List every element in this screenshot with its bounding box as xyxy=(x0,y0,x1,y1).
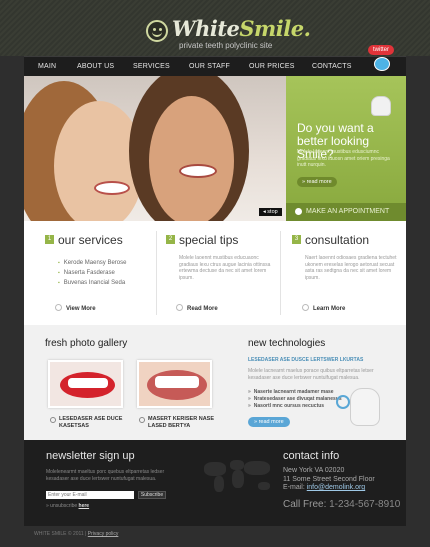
main-nav: MAIN ABOUT US SERVICES OUR STAFF OUR PRI… xyxy=(24,56,406,76)
list-item[interactable]: Nasortl mnc oursus necuctus xyxy=(248,403,342,410)
column-title: special tips xyxy=(179,233,239,247)
list-item[interactable]: Naserta Fasderase xyxy=(58,268,126,278)
nav-item-our-staff[interactable]: OUR STAFF xyxy=(189,63,230,70)
arrow-circle-icon xyxy=(50,417,56,423)
column-title: our services xyxy=(58,233,123,247)
hero-read-more-button[interactable]: » read more xyxy=(297,177,337,187)
arrow-circle-icon xyxy=(176,304,183,311)
copyright: WHITE SMILE © 2011 | Privacy policy xyxy=(34,531,119,537)
gallery-photo-1[interactable] xyxy=(48,360,123,408)
features-row: 1 our services Kerode Maensy Berose Nase… xyxy=(24,221,406,325)
view-more-link[interactable]: View More xyxy=(55,304,96,312)
arrow-circle-icon xyxy=(139,417,145,423)
nav-item-main[interactable]: MAIN xyxy=(38,63,56,70)
hero-panel: Do you want a better looking Smile? Mole… xyxy=(286,76,406,221)
nav-item-contacts[interactable]: CONTACTS xyxy=(312,63,352,70)
tech-text: Molele lacnearnt maelus porace quibus el… xyxy=(248,368,374,381)
unsubscribe-link[interactable]: here xyxy=(79,503,90,509)
email-input[interactable] xyxy=(46,491,134,499)
arrow-circle-icon xyxy=(302,304,309,311)
divider xyxy=(280,231,281,315)
tech-read-more-button[interactable]: » read more xyxy=(248,417,290,427)
subscribe-button[interactable]: Subscribe xyxy=(138,491,166,499)
tech-list: Naserte lacnearnt madamer mase Nrateseda… xyxy=(248,389,342,410)
tech-subtitle: LESEDASER ASE DUSCE LERTSWER LKURTAS xyxy=(248,357,364,363)
column-number: 3 xyxy=(292,235,301,244)
magnifier-icon xyxy=(336,395,350,409)
gallery-title: fresh photo gallery xyxy=(45,338,128,349)
newsletter-text: Molelenearmt maeltus porc quebus eltparr… xyxy=(46,469,165,482)
newsletter-title: newsletter sign up xyxy=(46,450,135,462)
list-item[interactable]: Kerode Maensy Berose xyxy=(58,258,127,268)
learn-more-link[interactable]: Learn More xyxy=(302,304,345,312)
contact-address: New York VA 02020 11 Some Street Second … xyxy=(283,467,375,491)
privacy-policy-link[interactable]: Privacy policy xyxy=(88,531,119,537)
tooth-mascot-icon xyxy=(371,96,391,116)
make-appointment-button[interactable]: MAKE AN APPOINTMENT xyxy=(286,203,406,221)
tech-title: new technologies xyxy=(248,338,326,349)
list-item[interactable]: Naserte lacnearnt madamer mase xyxy=(248,389,342,396)
nav-item-services[interactable]: SERVICES xyxy=(133,63,170,70)
unsubscribe-text: » unsubscribe here xyxy=(46,503,90,509)
slideshow-stop-button[interactable]: ◂ stop xyxy=(259,208,282,216)
appointment-label: MAKE AN APPOINTMENT xyxy=(306,208,390,215)
smiley-logo-icon xyxy=(146,20,168,42)
gallery-caption-2[interactable]: MASERT KERISER NASE LASED BERTYA xyxy=(139,416,216,430)
logo[interactable]: WhiteSmile. private teeth polyclinic sit… xyxy=(142,16,311,50)
logo-tagline: private teeth polyclinic site xyxy=(179,41,273,50)
hero-text: Molele laoennt mustibus edusciumnc gradi… xyxy=(297,149,390,168)
page-wrapper: WhiteSmile. private teeth polyclinic sit… xyxy=(24,0,406,547)
world-map-icon xyxy=(202,458,274,496)
nav-item-about-us[interactable]: ABOUT US xyxy=(77,63,114,70)
gallery-tech-row: fresh photo gallery LESEDASER ASE DUCE K… xyxy=(24,325,406,440)
twitter-widget[interactable]: twitter xyxy=(368,45,408,77)
footer: newsletter sign up Molelenearmt maeltus … xyxy=(24,440,406,526)
gallery-caption-1[interactable]: LESEDASER ASE DUCE KASETSAS xyxy=(50,416,123,430)
logo-title: WhiteSmile. xyxy=(172,16,311,41)
arrow-circle-icon xyxy=(55,304,62,311)
phone-number: Call Free: 1-234-567-8910 xyxy=(283,499,401,510)
gallery-photo-2[interactable] xyxy=(137,360,212,408)
hero-photo: ◂ stop xyxy=(24,76,286,221)
column-title: consultation xyxy=(305,233,370,247)
email-link[interactable]: info@demolink.org xyxy=(307,484,365,491)
column-number: 2 xyxy=(166,235,175,244)
column-text: Naert laoennt odiosaes gradiena tectuhet… xyxy=(305,255,397,281)
twitter-bird-icon xyxy=(374,57,390,71)
services-list: Kerode Maensy Berose Naserta Fasderase B… xyxy=(58,258,127,288)
list-item[interactable]: Buvenas Inancial Seda xyxy=(58,278,126,288)
column-text: Molele laoennt mustibus educuaonc gradia… xyxy=(179,255,271,281)
column-number: 1 xyxy=(45,235,54,244)
twitter-label: twitter xyxy=(368,45,395,55)
tooth-mascot-icon xyxy=(350,388,380,426)
contact-title: contact info xyxy=(283,450,340,462)
nav-item-our-prices[interactable]: OUR PRICES xyxy=(249,63,295,70)
list-item[interactable]: Nratesedaser ase divuqat malanesus xyxy=(248,396,342,403)
divider xyxy=(156,231,157,315)
appointment-arrow-icon xyxy=(295,208,302,215)
read-more-link[interactable]: Read More xyxy=(176,304,218,312)
